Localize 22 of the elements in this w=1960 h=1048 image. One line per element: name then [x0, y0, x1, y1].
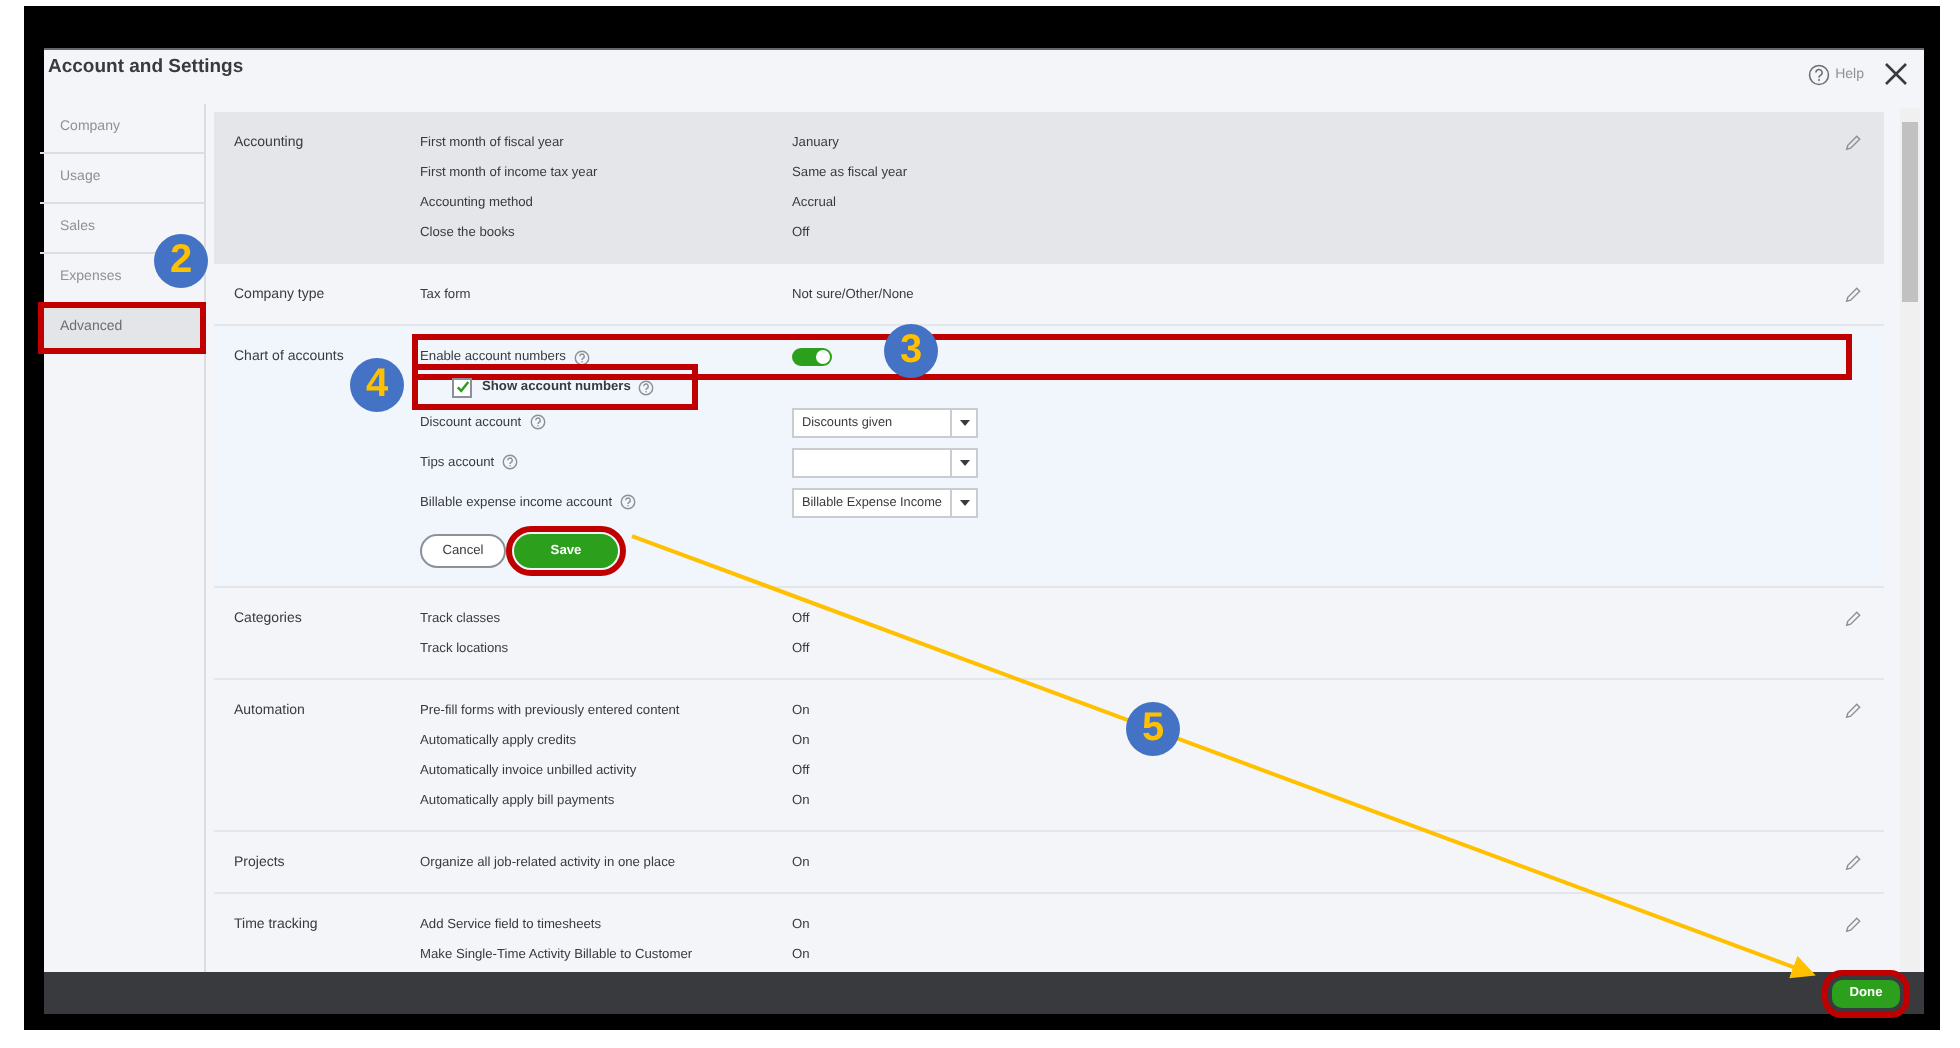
pencil-icon[interactable]	[1844, 134, 1862, 152]
checkbox[interactable]	[452, 377, 472, 397]
help-icon[interactable]	[573, 349, 590, 365]
pencil-icon[interactable]	[1844, 702, 1862, 720]
account-dropdown[interactable]	[792, 447, 978, 477]
scrollbar[interactable]	[1900, 108, 1920, 972]
pencil-icon[interactable]	[1844, 916, 1862, 934]
window-title: Account and Settings	[48, 56, 246, 78]
toggle-switch[interactable]	[792, 348, 832, 366]
help-icon[interactable]	[502, 454, 519, 470]
caret-icon	[959, 499, 969, 505]
close-icon[interactable]	[1884, 62, 1908, 86]
caret-icon	[959, 459, 969, 465]
help-icon[interactable]	[620, 494, 637, 510]
help-icon[interactable]	[529, 414, 546, 430]
caret-icon	[959, 419, 969, 425]
scrollbar-thumb[interactable]	[1902, 122, 1918, 302]
pencil-icon[interactable]	[1844, 854, 1862, 872]
help-icon[interactable]	[638, 379, 655, 395]
pencil-icon[interactable]	[1844, 286, 1862, 304]
pencil-icon[interactable]	[1844, 610, 1862, 628]
help-icon	[1807, 64, 1830, 86]
